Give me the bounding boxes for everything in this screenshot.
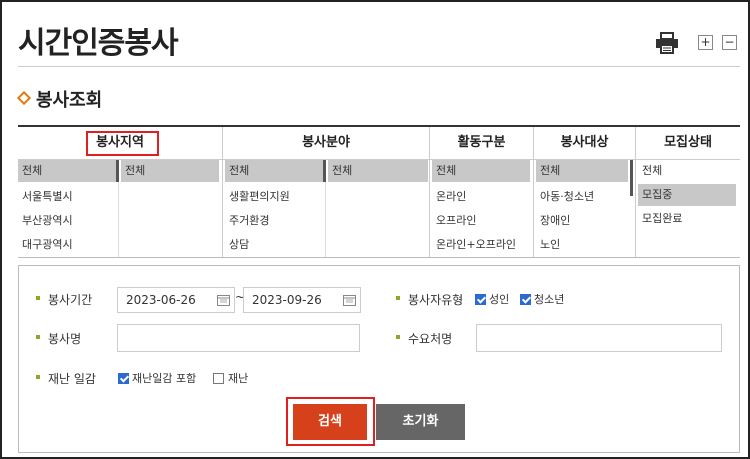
list-item[interactable]: 주거환경 [225,210,323,232]
column-header-activity: 활동구분 [430,127,534,159]
organization-label: 수요처명 [396,330,452,347]
activity-list: 전체 온라인 오프라인 온라인+오프라인 [430,160,534,257]
list-item[interactable]: 전체 [121,160,219,182]
end-date-value: 2023-09-26 [252,293,322,307]
period-label: 봉사기간 [36,291,92,308]
start-date-value: 2023-06-26 [126,293,196,307]
list-item[interactable]: 서울특별시 [18,186,116,208]
column-header-target: 봉사대상 [534,127,636,159]
list-item[interactable]: 부산광역시 [18,210,116,232]
region-list-secondary: 전체 [119,160,223,257]
list-item[interactable]: 전체 [18,160,116,182]
field-list-primary: 전체 생활편의지원 주거환경 상담 [223,160,326,257]
printer-icon[interactable] [655,32,679,54]
list-item[interactable]: 전체 [638,160,736,182]
end-date-input[interactable]: 2023-09-26 [243,287,361,313]
list-item[interactable]: 아동·청소년 [536,186,628,208]
column-header-status: 모집상태 [664,135,712,150]
list-item[interactable]: 전체 [328,160,428,182]
list-item[interactable]: 온라인 [432,186,530,208]
volunteer-name-input[interactable] [117,324,360,352]
adult-checkbox-label: 성인 [489,293,510,306]
list-item[interactable]: 온라인+오프라인 [432,234,532,256]
scrollbar[interactable] [630,160,633,196]
volunteer-type-label: 봉사자유형 [396,291,463,308]
disaster-include-label: 재난일감 포함 [132,372,197,385]
zoom-out-button[interactable]: − [722,35,737,50]
list-item[interactable]: 장애인 [536,210,628,232]
page-title: 시간인증봉사 [18,26,179,61]
list-item[interactable]: 모집완료 [638,208,736,230]
list-item[interactable]: 모집중 [638,184,736,206]
youth-checkbox-label: 청소년 [534,293,565,306]
disaster-only-label: 재난 [228,372,249,385]
title-divider [18,66,740,67]
list-item[interactable]: 전체 [536,160,628,182]
disaster-include-checkbox[interactable] [118,373,129,384]
target-list: 전체 아동·청소년 장애인 노인 [534,160,636,257]
list-item[interactable]: 상담 [225,234,323,256]
field-list-secondary: 전체 [326,160,430,257]
youth-checkbox[interactable] [520,294,531,305]
disaster-only-checkbox[interactable] [213,373,224,384]
highlight-region-header [86,131,159,156]
disaster-label: 재난 일감 [36,370,96,387]
list-item[interactable]: 대구광역시 [18,234,116,256]
highlight-search-button [286,397,375,446]
calendar-icon[interactable] [217,294,230,306]
list-item[interactable]: 생활편의지원 [225,186,323,208]
list-item[interactable]: 오프라인 [432,210,530,232]
calendar-icon[interactable] [343,294,356,306]
list-item[interactable]: 노인 [536,234,628,256]
list-item[interactable]: 전체 [432,160,530,182]
list-item[interactable]: 전체 [225,160,323,182]
organization-input[interactable] [476,324,722,352]
start-date-input[interactable]: 2023-06-26 [117,287,235,313]
status-list: 전체 모집중 모집완료 [636,160,740,257]
zoom-in-button[interactable]: + [698,35,713,50]
region-list-primary: 전체 서울특별시 부산광역시 대구광역시 [18,160,119,257]
column-header-field: 봉사분야 [223,127,430,159]
volunteer-name-label: 봉사명 [36,330,81,347]
reset-button[interactable]: 초기화 [376,404,465,440]
adult-checkbox[interactable] [475,294,486,305]
section-title: 봉사조회 [36,90,103,111]
